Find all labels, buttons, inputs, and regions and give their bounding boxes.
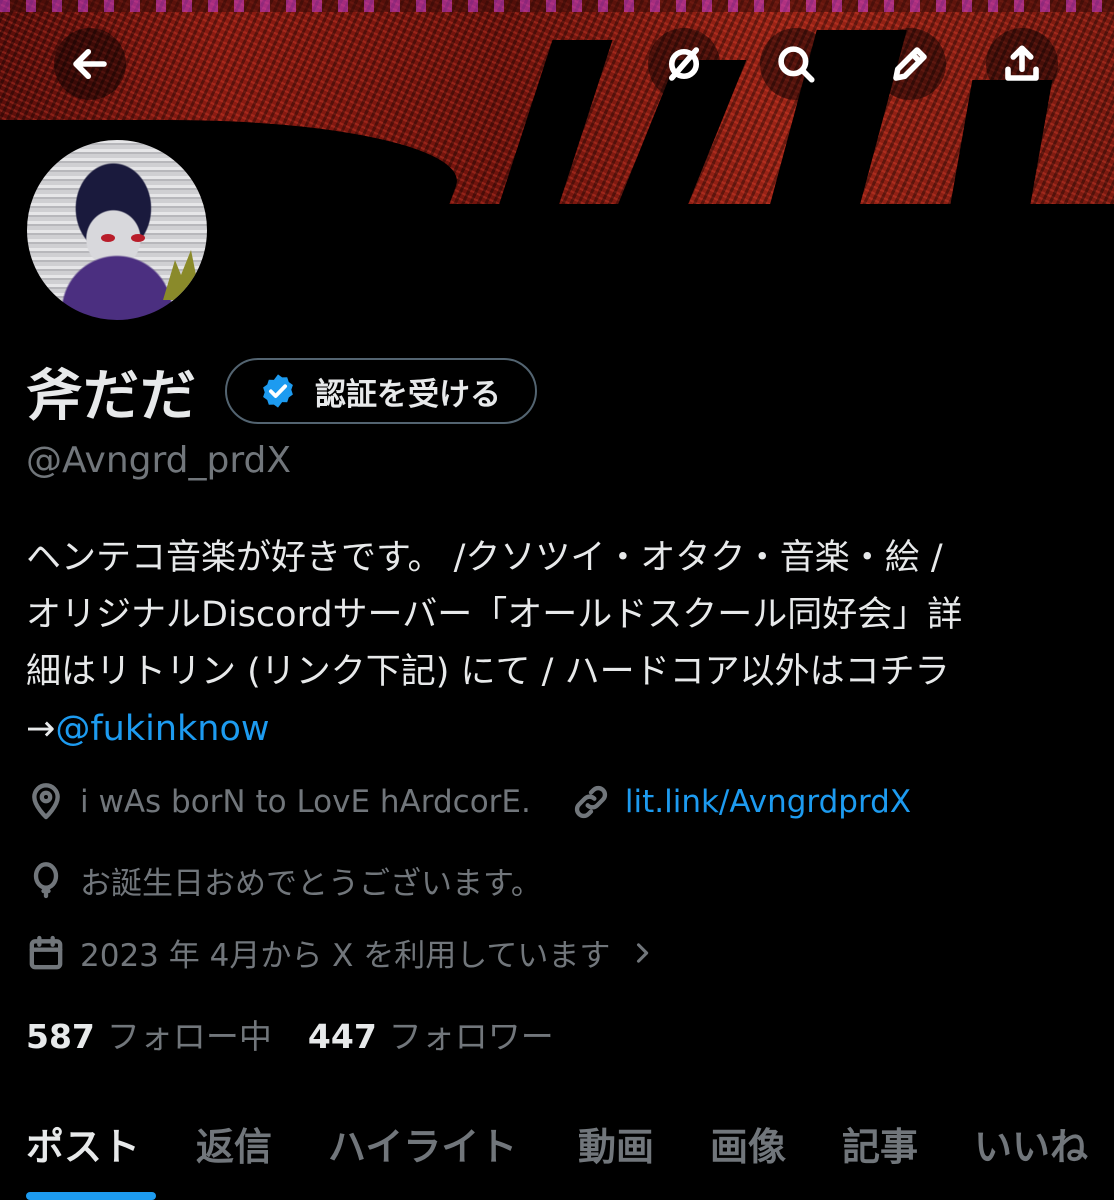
name-row: 斧だだ 認証を受ける [26, 358, 537, 429]
bio-line: 細はリトリン (リンク下記) にて / ハードコア以外はコチラ [26, 652, 950, 692]
profile-meta-birthday: お誕生日おめでとうございます。 [26, 858, 542, 903]
website-text[interactable]: lit.link/AvngrdprdX [625, 784, 911, 820]
tab-videos[interactable]: 動画 [578, 1116, 654, 1171]
arrow-left-icon [73, 48, 107, 80]
active-tab-indicator [26, 1192, 156, 1200]
search-button[interactable] [760, 28, 832, 100]
grok-icon [668, 47, 700, 81]
share-button[interactable] [986, 28, 1058, 100]
profile-tabs: ポスト 返信 ハイライト 動画 画像 記事 いいね [0, 1108, 1114, 1200]
username-handle: @Avngrd_prdX [26, 440, 292, 481]
tab-posts[interactable]: ポスト [26, 1116, 140, 1171]
get-verified-button[interactable]: 認証を受ける [225, 358, 537, 424]
get-verified-label: 認証を受ける [315, 376, 501, 413]
tab-highlights[interactable]: ハイライト [328, 1116, 517, 1171]
pencil-icon [893, 47, 927, 81]
edit-button[interactable] [874, 28, 946, 100]
followers-count[interactable]: 447 [308, 1017, 377, 1056]
location-pin-icon [32, 783, 60, 820]
bio-line: ヘンテコ音楽が好きです。 /クソツイ・オタク・音楽・絵 / [26, 538, 943, 578]
back-button[interactable] [54, 28, 126, 100]
calendar-icon [29, 935, 63, 969]
banner-pattern [0, 0, 1114, 12]
display-name: 斧だだ [26, 363, 197, 429]
profile-bio: ヘンテコ音楽が好きです。 /クソツイ・オタク・音楽・絵 / オリジナルDisco… [26, 530, 1096, 758]
tab-likes[interactable]: いいね [974, 1116, 1088, 1171]
following-count[interactable]: 587 [26, 1017, 95, 1056]
mention-link[interactable]: @fukinknow [55, 709, 269, 749]
tab-articles[interactable]: 記事 [842, 1116, 918, 1171]
tab-replies[interactable]: 返信 [196, 1116, 272, 1171]
profile-meta-joined[interactable]: 2023 年 4月から X を利用しています [26, 930, 670, 975]
link-icon [574, 785, 607, 819]
bio-arrow: → [26, 709, 56, 749]
location-text: i wAs borN to LovE hArdcorE. [80, 784, 531, 820]
share-icon [1005, 45, 1039, 81]
tab-media[interactable]: 画像 [710, 1116, 786, 1171]
chevron-right-icon [637, 942, 649, 963]
joined-text: 2023 年 4月から X を利用しています [80, 938, 611, 974]
search-icon [778, 46, 815, 83]
balloon-icon [33, 861, 59, 898]
follow-counts: 587 フォロー中 447 フォロワー [26, 1010, 554, 1058]
bio-line: オリジナルDiscordサーバー「オールドスクール同好会」詳 [26, 595, 963, 635]
birthday-text: お誕生日おめでとうございます。 [80, 866, 542, 902]
avatar[interactable] [22, 135, 212, 325]
following-label[interactable]: フォロー中 [107, 1010, 272, 1058]
website-link[interactable]: lit.link/AvngrdprdX [571, 782, 911, 822]
grok-button[interactable] [648, 28, 720, 100]
bio-line: →@fukinknow [26, 701, 1096, 758]
followers-label[interactable]: フォロワー [389, 1010, 554, 1058]
verified-badge-icon [263, 374, 293, 408]
profile-meta-location: i wAs borN to LovE hArdcorE. lit.link/Av… [26, 782, 911, 822]
